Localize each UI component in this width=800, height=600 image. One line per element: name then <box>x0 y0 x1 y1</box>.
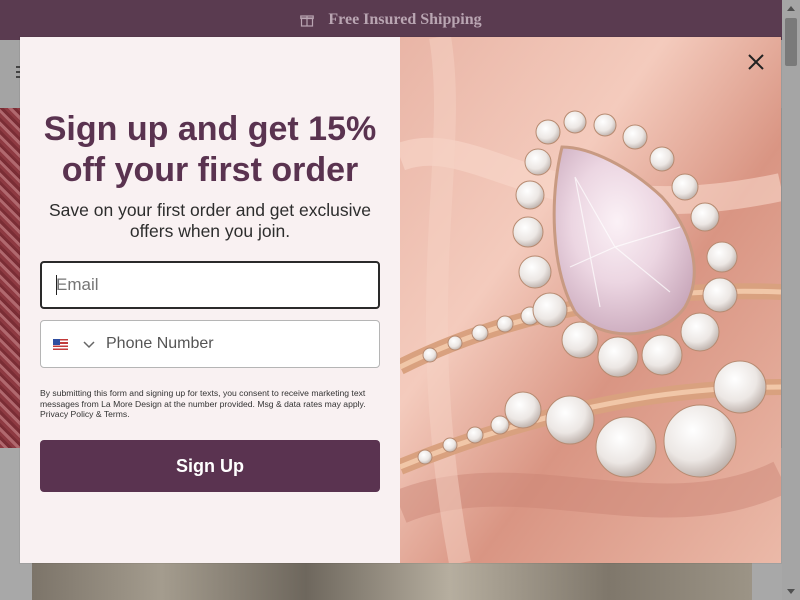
announcement-text: Free Insured Shipping <box>328 11 482 28</box>
scroll-down-icon[interactable] <box>787 589 795 594</box>
phone-input[interactable] <box>106 335 356 353</box>
popup-headline: Sign up and get 15% off your first order <box>43 110 377 189</box>
scroll-up-icon[interactable] <box>787 6 795 11</box>
scroll-thumb[interactable] <box>785 18 797 66</box>
close-button[interactable] <box>741 47 771 77</box>
signup-popup: Sign up and get 15% off your first order… <box>20 37 781 563</box>
ring-image <box>400 37 781 563</box>
sign-up-button[interactable]: Sign Up <box>40 440 380 492</box>
chevron-down-icon[interactable] <box>82 337 96 351</box>
hero-image-edge <box>0 108 20 448</box>
legal-disclaimer: By submitting this form and signing up f… <box>40 388 366 420</box>
ring-photo <box>400 37 781 563</box>
us-flag-icon[interactable] <box>53 338 68 350</box>
phone-field[interactable] <box>40 320 380 368</box>
popup-subheadline: Save on your first order and get exclusi… <box>49 200 371 241</box>
signup-form: Sign up and get 15% off your first order… <box>20 37 400 563</box>
announcement-bar: Free Insured Shipping <box>0 0 782 40</box>
email-field[interactable] <box>40 261 380 309</box>
close-icon[interactable] <box>747 53 765 71</box>
text-cursor <box>56 275 57 295</box>
product-image <box>32 563 752 600</box>
gift-icon <box>300 15 315 27</box>
scrollbar[interactable] <box>782 0 800 600</box>
